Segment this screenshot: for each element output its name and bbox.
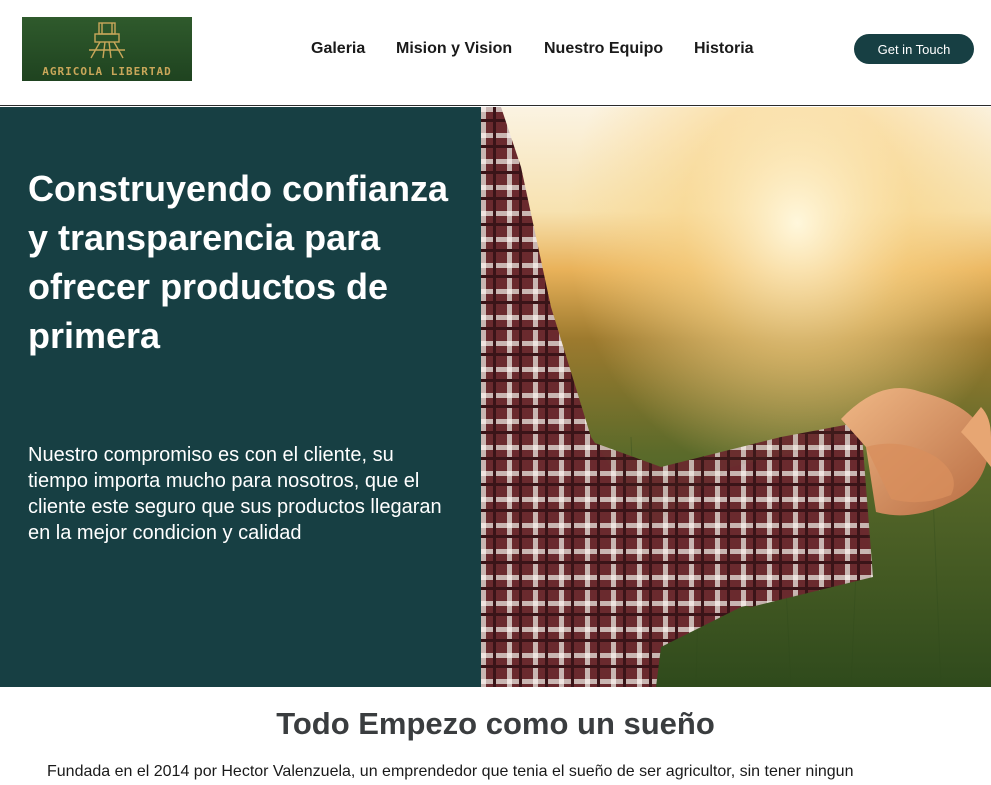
brand-logo[interactable]: AGRICOLA LIBERTAD — [22, 17, 192, 81]
nav-item-mision-vision[interactable]: Mision y Vision — [396, 40, 512, 58]
hero-image — [481, 107, 991, 687]
nav-item-galeria[interactable]: Galeria — [311, 40, 365, 58]
hero-text-panel: Construyendo confianza y transparencia p… — [0, 107, 481, 687]
brand-name: AGRICOLA LIBERTAD — [42, 65, 172, 78]
get-in-touch-button[interactable]: Get in Touch — [854, 34, 974, 64]
tractor-logo-icon — [89, 22, 125, 59]
handshake-photo — [481, 107, 991, 687]
story-heading: Todo Empezo como un sueño — [276, 706, 715, 741]
site-header: AGRICOLA LIBERTAD Galeria Mision y Visio… — [0, 0, 991, 106]
hero-title: Construyendo confianza y transparencia p… — [28, 168, 449, 356]
hero-description: Nuestro compromiso es con el cliente, su… — [28, 444, 442, 544]
story-paragraph: Fundada en el 2014 por Hector Valenzuela… — [47, 763, 854, 780]
nav-item-historia[interactable]: Historia — [694, 40, 754, 58]
nav-item-nuestro-equipo[interactable]: Nuestro Equipo — [544, 40, 663, 58]
